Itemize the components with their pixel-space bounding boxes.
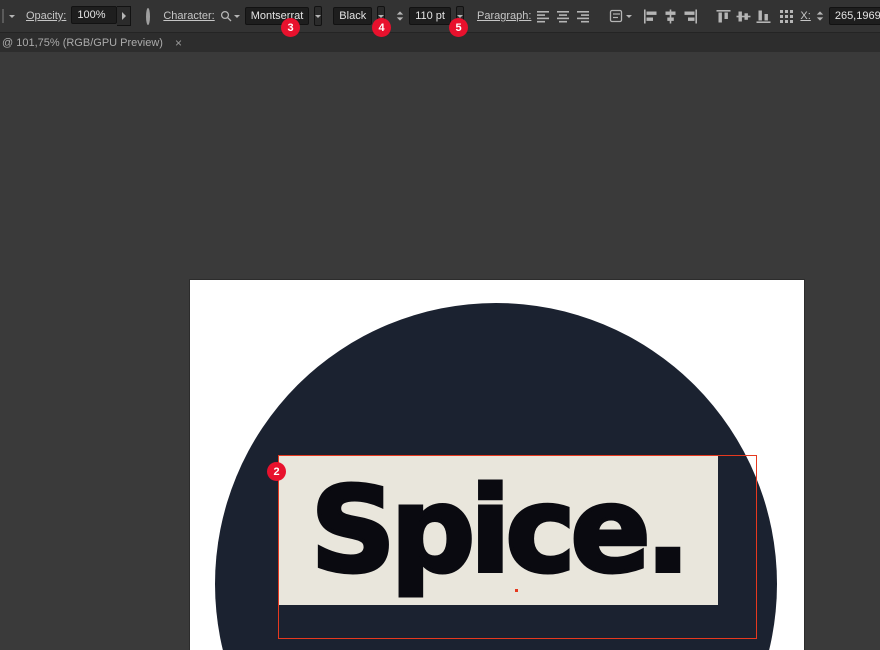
control-bar: Opacity: 100% Character: Montserrat Blac… [0,0,880,33]
triangle-up-icon [817,11,823,14]
font-search-button[interactable] [220,10,240,22]
triangle-down-icon [817,17,823,20]
illustrator-window: { "toolbar": { "opacity": { "label": "Op… [0,0,880,650]
chevron-down-icon [626,15,632,18]
x-position-label[interactable]: X: [800,10,810,22]
triangle-up-icon [397,11,403,14]
document-tab-bar: @ 101,75% (RGB/GPU Preview) × [0,33,880,53]
chevron-down-icon [234,15,240,18]
logo-headline-text[interactable]: Spice. [278,455,718,605]
document-style-icon [609,9,624,23]
callout-badge-3: 3 [281,18,300,37]
triangle-down-icon [397,17,403,20]
font-family-dropdown[interactable] [314,6,322,26]
opacity-stepper-button[interactable] [117,6,131,26]
align-horizontal-center-button[interactable] [663,6,678,26]
font-family-input[interactable]: Montserrat [245,7,310,25]
align-vertical-center-button[interactable] [736,6,751,26]
font-style-input[interactable]: Black [333,7,372,25]
callout-badge-2: 2 [267,462,286,481]
style-menu-button[interactable] [609,9,632,23]
callout-badge-4: 4 [372,18,391,37]
selection-center-point [515,589,518,592]
fill-swatch-icon[interactable] [2,9,4,23]
font-size-input[interactable]: 110 pt [409,7,451,25]
font-size-stepper[interactable] [396,11,404,21]
document-tab[interactable]: @ 101,75% (RGB/GPU Preview) [2,37,163,49]
chevron-down-icon [315,15,321,18]
align-horizontal-left-button[interactable] [643,6,658,26]
opacity-label[interactable]: Opacity: [26,10,66,22]
triangle-right-icon [122,12,126,20]
align-text-right-button[interactable] [576,6,591,26]
close-icon[interactable]: × [175,36,182,50]
align-vertical-bottom-button[interactable] [756,6,771,26]
x-position-stepper[interactable] [816,11,824,21]
character-label[interactable]: Character: [163,10,214,22]
recolor-artwork-icon[interactable] [146,8,150,25]
align-vertical-top-button[interactable] [716,6,731,26]
chevron-down-icon[interactable] [9,15,15,18]
canvas-area: Spice. [0,52,880,650]
align-text-center-button[interactable] [556,6,571,26]
x-position-input[interactable]: 265,1969 pt [829,7,880,25]
reference-point-grid-icon[interactable] [780,6,793,26]
callout-badge-5: 5 [449,18,468,37]
align-horizontal-right-button[interactable] [683,6,698,26]
align-text-left-button[interactable] [536,6,551,26]
paragraph-label[interactable]: Paragraph: [477,10,531,22]
opacity-input[interactable]: 100% [71,6,117,24]
search-icon [220,10,232,22]
